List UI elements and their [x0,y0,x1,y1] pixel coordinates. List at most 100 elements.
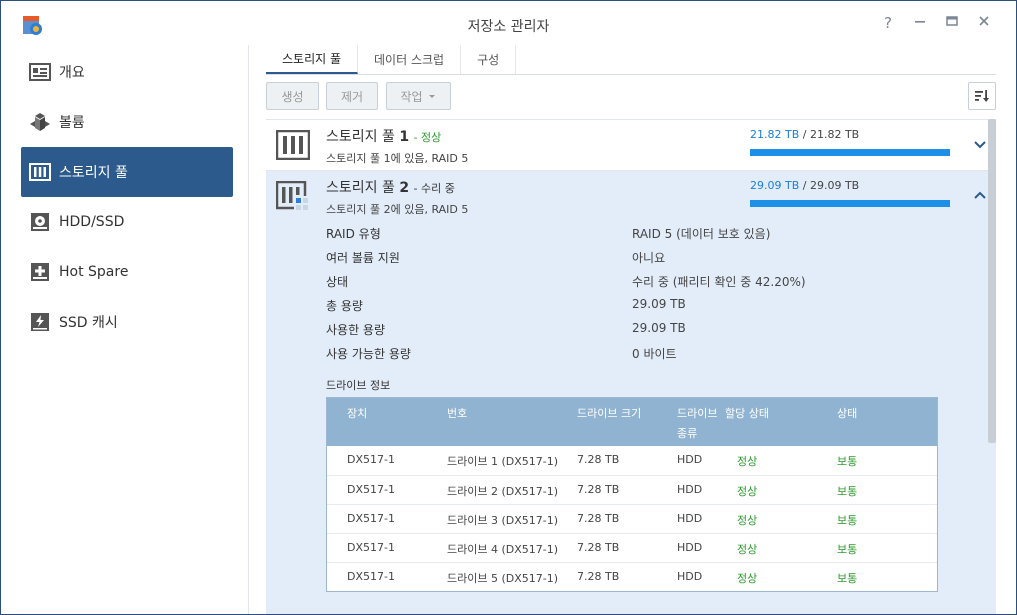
caret-down-icon [428,95,435,98]
storage-pool-list: 스토리지 풀 1 - 정상 스토리지 풀 1에 있음, RAID 5 21.82… [266,119,996,614]
pool-description: 스토리지 풀 1에 있음, RAID 5 [326,152,469,165]
sidebar-item-label: 볼륨 [59,115,85,131]
table-cell: 정상 [737,455,758,468]
sidebar-item-label: Hot Spare [59,264,129,280]
pool-total-capacity: / 29.09 TB [802,179,860,192]
create-button[interactable]: 생성 [266,82,319,110]
column-header-allocation-status[interactable]: 할당 상태 [725,404,769,424]
table-cell: 드라이브 4 (DX517-1) [447,543,559,556]
tab-configuration[interactable]: 구성 [461,45,517,74]
pool-name-text: 스토리지 풀 [326,129,395,145]
pool-used-capacity: 21.82 TB [750,128,800,141]
pool-name: 스토리지 풀 2 - 수리 중 [326,177,455,197]
table-cell: DX517-1 [347,541,395,554]
column-header-drive-type[interactable]: 드라이브 종류 [677,404,725,444]
sidebar-item-hdd-ssd[interactable]: HDD/SSD [21,197,233,247]
table-cell: 7.28 TB [577,570,620,583]
detail-value-available-capacity: 0 바이트 [632,347,677,361]
table-cell: 7.28 TB [577,453,620,466]
sidebar-item-ssd-cache[interactable]: SSD 캐시 [21,297,233,347]
sort-button[interactable] [968,82,996,110]
table-cell: 드라이브 1 (DX517-1) [447,455,559,468]
column-header-drive-size[interactable]: 드라이브 크기 [577,404,641,424]
table-row[interactable]: DX517-1 드라이브 5 (DX517-1) 7.28 TB HDD 정상 보통 [327,562,937,591]
capacity-fill [750,149,950,156]
sidebar-item-label: 개요 [59,65,85,81]
sidebar-item-storage-pool[interactable]: 스토리지 풀 [21,147,233,197]
table-cell: 드라이브 2 (DX517-1) [447,485,559,498]
table-cell: 7.28 TB [577,541,620,554]
column-header-number[interactable]: 번호 [447,404,467,424]
pool-capacity: 29.09 TB / 29.09 TB [750,179,859,192]
drive-info-title: 드라이브 정보 [326,379,391,392]
table-cell: 정상 [737,543,758,556]
tab-storage-pool[interactable]: 스토리지 풀 [266,45,359,74]
pool-number: 1 [399,129,410,145]
table-row[interactable]: DX517-1 드라이브 4 (DX517-1) 7.28 TB HDD 정상 보통 [327,533,937,562]
sidebar-item-overview[interactable]: 개요 [21,47,233,97]
table-cell: 보통 [837,543,858,556]
close-icon[interactable] [975,14,993,32]
pool-status: - 정상 [413,131,442,144]
detail-label-used-capacity: 사용한 용량 [326,323,386,337]
storage-manager-window: 저장소 관리자 ? 개요 볼륨 스토리지 풀 HDD/SSD Hot Spare… [0,0,1017,615]
detail-label-raid-type: RAID 유형 [326,227,381,241]
remove-button[interactable]: 제거 [326,82,378,110]
detail-value-used-capacity: 29.09 TB [632,321,686,335]
table-cell: 드라이브 5 (DX517-1) [447,572,559,585]
drive-info-table: 장치 번호 드라이브 크기 드라이브 종류 할당 상태 상태 DX517-1 드라… [326,397,938,592]
table-body: DX517-1 드라이브 1 (DX517-1) 7.28 TB HDD 정상 보통 DX5… [327,446,937,591]
table-row[interactable]: DX517-1 드라이브 3 (DX517-1) 7.28 TB HDD 정상 보통 [327,504,937,533]
table-header: 장치 번호 드라이브 크기 드라이브 종류 할당 상태 상태 [327,398,937,446]
main-panel: 스토리지 풀 데이터 스크럽 구성 생성 제거 작업 스토리지 풀 1 - 정상… [250,45,1016,614]
table-cell: HDD [677,483,703,496]
table-cell: 보통 [837,514,858,527]
sidebar-item-volume[interactable]: 볼륨 [21,97,233,147]
action-dropdown-button[interactable]: 작업 [386,82,451,110]
scrollbar-thumb[interactable] [988,119,996,443]
storage-pool-item-expanded[interactable]: 스토리지 풀 2 - 수리 중 스토리지 풀 2에 있음, RAID 5 29.… [266,170,996,614]
sidebar-item-label: HDD/SSD [59,214,125,230]
sidebar-item-hot-spare[interactable]: Hot Spare [21,247,233,297]
table-cell: HDD [677,570,703,583]
column-header-device[interactable]: 장치 [347,404,367,424]
storage-pool-icon [276,130,310,160]
detail-value-raid-type: RAID 5 (데이터 보호 있음) [632,227,771,241]
column-header-status[interactable]: 상태 [837,404,857,424]
maximize-icon[interactable] [943,14,961,32]
table-cell: 드라이브 3 (DX517-1) [447,514,559,527]
table-cell: 정상 [737,572,758,585]
tab-bar: 스토리지 풀 데이터 스크럽 구성 [266,45,996,75]
ssd-cache-icon [29,311,51,333]
table-cell: HDD [677,512,703,525]
hot-spare-icon [29,261,51,283]
table-cell: 보통 [837,572,858,585]
chevron-up-icon[interactable] [972,187,988,203]
title-bar: 저장소 관리자 ? [1,1,1016,45]
table-cell: 정상 [737,485,758,498]
table-row[interactable]: DX517-1 드라이브 1 (DX517-1) 7.28 TB HDD 정상 보통 [327,446,937,475]
table-cell: 7.28 TB [577,483,620,496]
detail-value-status: 수리 중 (패리티 확인 중 42.20%) [632,275,806,289]
minimize-icon[interactable] [911,14,929,32]
storage-pool-icon [29,161,51,183]
table-cell: DX517-1 [347,453,395,466]
table-row[interactable]: DX517-1 드라이브 2 (DX517-1) 7.28 TB HDD 정상 보통 [327,475,937,504]
pool-total-capacity: / 21.82 TB [802,128,860,141]
sidebar-item-label: 스토리지 풀 [59,165,128,181]
storage-pool-item[interactable]: 스토리지 풀 1 - 정상 스토리지 풀 1에 있음, RAID 5 21.82… [266,119,996,170]
help-icon[interactable]: ? [879,14,897,32]
table-cell: 보통 [837,485,858,498]
chevron-down-icon[interactable] [972,136,988,152]
detail-value-total-capacity: 29.09 TB [632,297,686,311]
tab-data-scrub[interactable]: 데이터 스크럽 [358,45,462,74]
detail-label-multi-volume: 여러 볼륨 지원 [326,251,400,265]
table-cell: DX517-1 [347,570,395,583]
pool-name: 스토리지 풀 1 - 정상 [326,126,441,146]
detail-label-status: 상태 [326,275,349,289]
capacity-fill [750,200,950,207]
overview-icon [29,61,51,83]
pool-status: - 수리 중 [413,182,455,195]
hdd-icon [29,211,51,233]
table-cell: DX517-1 [347,483,395,496]
